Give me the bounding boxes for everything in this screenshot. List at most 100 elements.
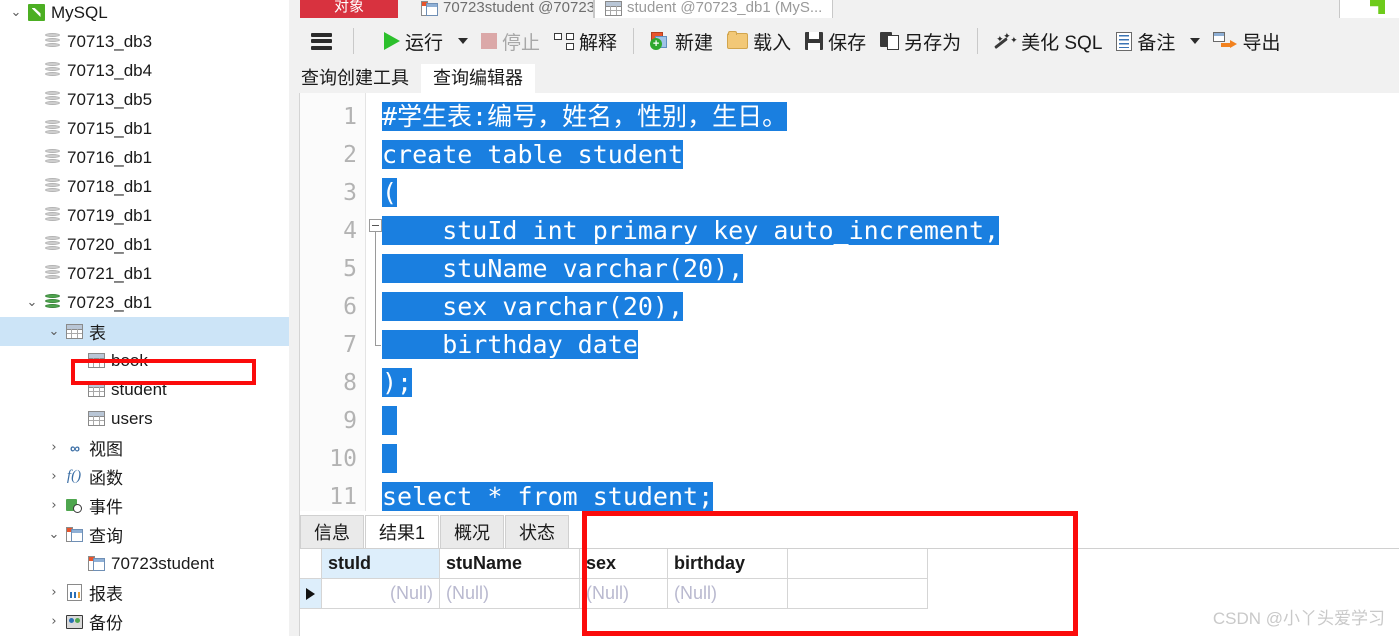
tree-item-student[interactable]: student xyxy=(0,375,289,404)
folder-icon xyxy=(727,31,749,49)
code-line[interactable]: stuName varchar(20), xyxy=(382,250,744,288)
code-line[interactable]: #学生表:编号，姓名，性别，生日。 xyxy=(382,98,788,136)
tree-item-报表[interactable]: › 报表 xyxy=(0,578,289,607)
database-green-icon xyxy=(40,294,64,311)
fold-toggle-icon[interactable] xyxy=(369,219,382,232)
grid-header-birthday[interactable]: birthday xyxy=(668,549,788,579)
tree-item-70716_db1[interactable]: 70716_db1 xyxy=(0,143,289,172)
selected-text: #学生表:编号，姓名，性别，生日。 xyxy=(382,102,788,131)
chevron-right-icon[interactable]: › xyxy=(46,615,62,628)
code-line[interactable]: create table student xyxy=(382,136,684,174)
grid-cell[interactable]: (Null) xyxy=(322,579,440,609)
tab-query-builder[interactable]: 查询创建工具 xyxy=(289,64,421,93)
grid-cell[interactable]: (Null) xyxy=(580,579,668,609)
tree-item-70713_db4[interactable]: 70713_db4 xyxy=(0,56,289,85)
object-tree-sidebar[interactable]: ⌄ MySQL 70713_db3 70713_db4 70713_db5 70715_d… xyxy=(0,0,289,636)
grid-header-sex[interactable]: sex xyxy=(580,549,668,579)
note-button[interactable]: 备注 xyxy=(1109,18,1182,64)
note-dropdown-caret-icon[interactable] xyxy=(1190,38,1201,44)
tab-overflow-area[interactable] xyxy=(1339,0,1399,18)
code-line[interactable]: ( xyxy=(382,174,398,212)
tree-item-函数[interactable]: › f() 函数 xyxy=(0,462,289,491)
grid-header-stuName[interactable]: stuName xyxy=(440,549,580,579)
tree-item-70713_db5[interactable]: 70713_db5 xyxy=(0,85,289,114)
save-as-button[interactable]: 另存为 xyxy=(873,18,968,64)
chevron-right-icon[interactable]: › xyxy=(46,441,62,454)
tab-objects[interactable]: 对象 xyxy=(300,0,398,18)
tree-item-视图[interactable]: › ∞ 视图 xyxy=(0,433,289,462)
application-window: ⌄ MySQL 70713_db3 70713_db4 70713_db5 70715_d… xyxy=(0,0,1399,636)
tree-item-70719_db1[interactable]: 70719_db1 xyxy=(0,201,289,230)
run-dropdown-caret-icon[interactable] xyxy=(458,38,469,44)
window-tab-strip[interactable]: 对象 70723student @70723_db1 ... student @… xyxy=(289,0,1399,18)
selected-text: create table student xyxy=(382,140,684,169)
tree-item-label: book xyxy=(111,350,148,370)
code-line[interactable]: select * from student; xyxy=(382,478,714,511)
results-tab-概况[interactable]: 概况 xyxy=(440,515,505,549)
tab-table-student[interactable]: student @70723_db1 (MyS... xyxy=(594,0,834,18)
chevron-down-icon[interactable]: ⌄ xyxy=(46,528,62,541)
sql-editor[interactable]: 12345678910111213 #学生表:编号，姓名，性别，生日。creat… xyxy=(289,93,1399,511)
export-label: 导出 xyxy=(1242,32,1281,54)
tree-item-users[interactable]: users xyxy=(0,404,289,433)
explain-button[interactable]: 解释 xyxy=(547,18,624,64)
database-icon xyxy=(40,207,64,224)
tree-item-MySQL[interactable]: ⌄ MySQL xyxy=(0,0,289,27)
chevron-right-icon[interactable]: › xyxy=(46,586,62,599)
tree-item-label: 函数 xyxy=(89,469,123,488)
results-tab-bar[interactable]: 信息 结果1 概况 状态 xyxy=(300,515,570,549)
save-button[interactable]: 保存 xyxy=(798,18,873,64)
export-button[interactable]: 导出 xyxy=(1206,18,1287,64)
tab-divider-1 xyxy=(593,0,594,18)
grid-header-stuId[interactable]: stuId xyxy=(322,549,440,579)
editor-toolbar[interactable]: 运行 停止 解释 + 新建 载入 保存 另存为 ✦ ✦ ✦ 美化 SQL 备注 … xyxy=(289,18,1399,64)
code-line[interactable]: birthday date xyxy=(382,326,638,364)
selected-text xyxy=(382,406,398,435)
new-button[interactable]: + 新建 xyxy=(643,18,720,64)
code-line[interactable] xyxy=(382,440,398,478)
play-icon xyxy=(384,32,400,50)
tree-item-70718_db1[interactable]: 70718_db1 xyxy=(0,172,289,201)
tree-item-label: 70713_db3 xyxy=(67,31,153,51)
chevron-right-icon[interactable]: › xyxy=(46,470,62,483)
results-tab-结果1[interactable]: 结果1 xyxy=(365,515,440,549)
tree-item-备份[interactable]: › 备份 xyxy=(0,607,289,636)
tree-item-表[interactable]: ⌄ 表 xyxy=(0,317,289,346)
code-lines[interactable]: #学生表:编号，姓名，性别，生日。 create table student ( s… xyxy=(382,93,1399,511)
tree-item-label: 70713_db5 xyxy=(67,89,153,109)
menu-button[interactable] xyxy=(289,18,344,64)
results-tab-信息[interactable]: 信息 xyxy=(300,515,364,549)
beautify-sql-button[interactable]: ✦ ✦ ✦ 美化 SQL xyxy=(987,18,1109,64)
code-line[interactable] xyxy=(382,402,398,440)
code-line[interactable]: sex varchar(20), xyxy=(382,288,684,326)
note-label: 备注 xyxy=(1137,32,1176,54)
grid-cell-filler xyxy=(788,579,928,609)
tree-item-70715_db1[interactable]: 70715_db1 xyxy=(0,114,289,143)
tree-item-book[interactable]: book xyxy=(0,346,289,375)
results-tab-状态[interactable]: 状态 xyxy=(505,515,570,549)
load-button[interactable]: 载入 xyxy=(720,18,798,64)
chevron-right-icon[interactable]: › xyxy=(46,499,62,512)
tree-item-事件[interactable]: › 事件 xyxy=(0,491,289,520)
chevron-down-icon[interactable]: ⌄ xyxy=(46,325,62,338)
tree-item-70723_db1[interactable]: ⌄ 70723_db1 xyxy=(0,288,289,317)
editor-subtabs[interactable]: 查询创建工具 查询编辑器 xyxy=(289,64,1399,93)
tree-item-70721_db1[interactable]: 70721_db1 xyxy=(0,259,289,288)
tab-query-editor[interactable]: 查询编辑器 xyxy=(421,64,535,93)
save-label: 保存 xyxy=(828,32,867,54)
view-icon: ∞ xyxy=(70,439,80,456)
tree-item-70713_db3[interactable]: 70713_db3 xyxy=(0,27,289,56)
grid-cell[interactable]: (Null) xyxy=(440,579,580,609)
tree-item-查询[interactable]: ⌄ 查询 xyxy=(0,520,289,549)
grid-cell[interactable]: (Null) xyxy=(668,579,788,609)
tree-item-70723student[interactable]: 70723student xyxy=(0,549,289,578)
chevron-down-icon[interactable]: ⌄ xyxy=(8,6,24,19)
code-line[interactable]: stuId int primary key auto_increment, xyxy=(382,212,1000,250)
code-line[interactable]: ); xyxy=(382,364,413,402)
tab-objects-label: 对象 xyxy=(333,0,364,15)
save-as-icon xyxy=(880,32,900,50)
line-number: 6 xyxy=(343,294,357,320)
chevron-down-icon[interactable]: ⌄ xyxy=(24,296,40,309)
run-button[interactable]: 运行 xyxy=(377,18,450,64)
tree-item-70720_db1[interactable]: 70720_db1 xyxy=(0,230,289,259)
